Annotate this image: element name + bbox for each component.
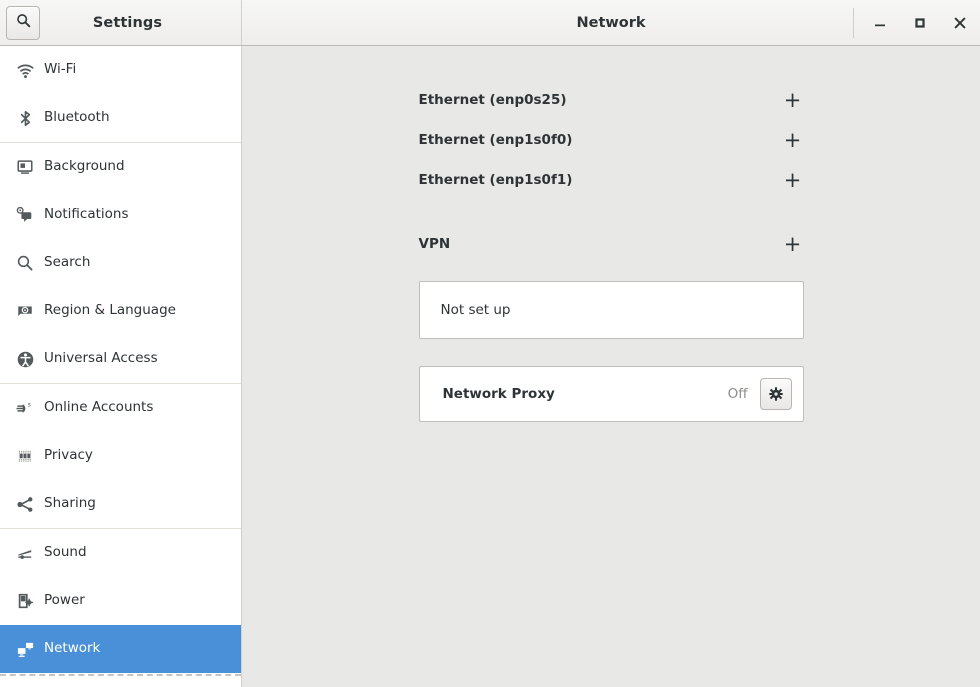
sidebar-item-label: Wi-Fi: [44, 61, 77, 78]
network-panel: Ethernet (enp0s25) + Ethernet (enp1s0f0)…: [242, 46, 980, 687]
titlebar: Settings Network: [0, 0, 980, 46]
sidebar-item-bluetooth[interactable]: Bluetooth: [0, 94, 241, 142]
app-title: Settings: [92, 14, 163, 31]
vpn-status-card: Not set up: [418, 281, 804, 339]
sidebar-item-label: Region & Language: [44, 302, 176, 319]
sidebar-item-label: Online Accounts: [44, 399, 154, 416]
network-icon: [12, 636, 38, 662]
maximize-button[interactable]: [900, 1, 940, 45]
sidebar-item-label: Power: [44, 592, 85, 609]
device-row-ethernet-enp0s25: Ethernet (enp0s25) +: [419, 80, 804, 120]
sidebar-item-wifi[interactable]: Wi-Fi: [0, 46, 241, 94]
vpn-status-text: Not set up: [440, 302, 511, 318]
sidebar-item-region-language[interactable]: Region & Language: [0, 287, 241, 335]
close-icon: [954, 17, 966, 28]
search-icon: [12, 250, 38, 276]
window-controls: [853, 0, 980, 45]
sidebar-item-label: Universal Access: [44, 350, 158, 367]
device-row-ethernet-enp1s0f0: Ethernet (enp1s0f0) +: [419, 120, 804, 160]
settings-window: Settings Network Wi-Fi Bluetooth Backgro…: [0, 0, 980, 687]
search-icon: [16, 13, 31, 32]
window-controls-separator: [853, 7, 854, 38]
close-button[interactable]: [940, 1, 980, 45]
universal-access-icon: [12, 346, 38, 372]
power-icon: [12, 588, 38, 614]
titlebar-sidebar-section: Settings: [0, 0, 242, 45]
vpn-title: VPN: [418, 236, 451, 252]
device-name: Ethernet (enp1s0f0): [418, 132, 573, 148]
privacy-icon: [12, 443, 38, 469]
online-accounts-icon: s: [12, 395, 38, 421]
sidebar-item-online-accounts[interactable]: s Online Accounts: [0, 384, 241, 432]
device-name: Ethernet (enp1s0f1): [418, 172, 573, 188]
sidebar-item-privacy[interactable]: Privacy: [0, 432, 241, 480]
add-connection-button[interactable]: +: [782, 169, 804, 191]
sidebar-item-power[interactable]: Power: [0, 577, 241, 625]
sidebar[interactable]: Wi-Fi Bluetooth Background Notifications…: [0, 46, 242, 687]
minimize-button[interactable]: [860, 1, 900, 45]
sidebar-item-sharing[interactable]: Sharing: [0, 480, 241, 528]
sidebar-item-label: Search: [44, 254, 91, 271]
network-proxy-state: Off: [727, 386, 748, 402]
sidebar-item-label: Privacy: [44, 447, 93, 464]
sidebar-item-label: Sound: [44, 544, 87, 561]
sidebar-scroll-indicator: [0, 674, 241, 676]
gear-icon: [768, 387, 783, 401]
sidebar-item-network[interactable]: Network: [0, 625, 241, 673]
window-body: Wi-Fi Bluetooth Background Notifications…: [0, 46, 980, 687]
minimize-icon: [875, 24, 885, 26]
network-proxy-label: Network Proxy: [442, 386, 555, 402]
search-button[interactable]: [6, 5, 40, 40]
sidebar-item-label: Notifications: [44, 206, 129, 223]
network-proxy-settings-button[interactable]: [759, 378, 792, 410]
add-vpn-button[interactable]: +: [782, 233, 804, 255]
sidebar-item-label: Network: [44, 640, 101, 657]
sidebar-item-universal-access[interactable]: Universal Access: [0, 335, 241, 383]
svg-text:s: s: [27, 402, 30, 408]
wifi-icon: [12, 57, 38, 83]
sidebar-item-label: Background: [44, 158, 125, 175]
device-row-ethernet-enp1s0f1: Ethernet (enp1s0f1) +: [419, 160, 804, 200]
vpn-section-header: VPN +: [419, 224, 804, 264]
device-name: Ethernet (enp0s25): [418, 92, 567, 108]
sidebar-item-background[interactable]: Background: [0, 143, 241, 191]
background-icon: [12, 154, 38, 180]
sidebar-item-notifications[interactable]: Notifications: [0, 191, 241, 239]
network-proxy-row[interactable]: Network Proxy Off: [418, 366, 804, 422]
sound-icon: [12, 540, 38, 566]
bluetooth-icon: [12, 105, 38, 131]
maximize-icon: [915, 17, 925, 28]
region-language-icon: [12, 298, 38, 324]
sidebar-item-label: Sharing: [44, 495, 96, 512]
add-connection-button[interactable]: +: [782, 89, 804, 111]
add-connection-button[interactable]: +: [782, 129, 804, 151]
sidebar-item-search[interactable]: Search: [0, 239, 241, 287]
sidebar-item-label: Bluetooth: [44, 109, 110, 126]
sharing-icon: [12, 491, 38, 517]
titlebar-main-section: Network: [242, 0, 980, 45]
sidebar-item-sound[interactable]: Sound: [0, 529, 241, 577]
notifications-icon: [12, 202, 38, 228]
